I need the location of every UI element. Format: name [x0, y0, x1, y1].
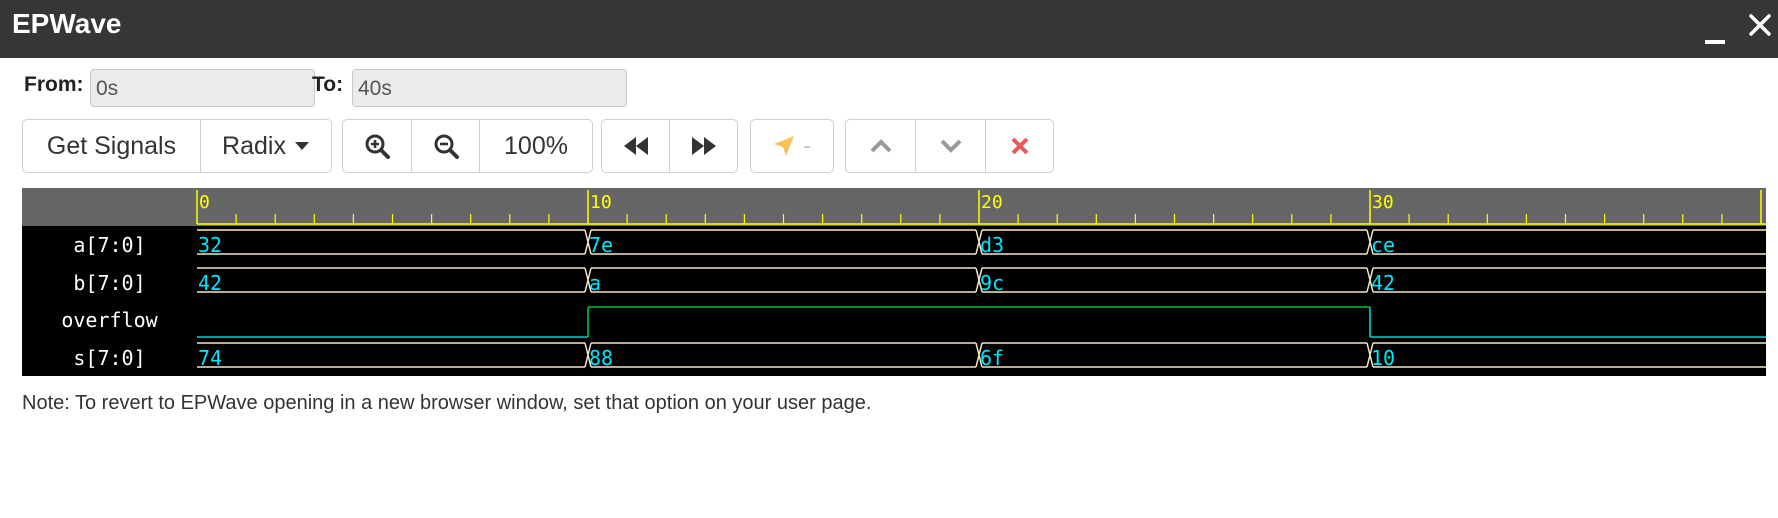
move-signal-up-button[interactable]: [846, 120, 916, 172]
from-field[interactable]: 0s: [90, 69, 315, 107]
to-label: To:: [312, 73, 344, 96]
radix-button[interactable]: Radix: [201, 120, 331, 172]
remove-signal-button[interactable]: [986, 120, 1053, 172]
from-label: From:: [24, 73, 84, 96]
fast-forward-icon: [691, 137, 716, 155]
signal-waves: [197, 229, 1766, 368]
next-transition-button[interactable]: [670, 120, 737, 172]
chevron-down-icon: [940, 139, 961, 153]
to-field[interactable]: 40s: [352, 69, 627, 107]
signal-value: 10: [1371, 346, 1396, 370]
waveform-viewer[interactable]: 0 10 20 30 a[7:0] b[7:0] overflow s[7:0]…: [22, 188, 1766, 376]
signal-name-a[interactable]: a[7:0]: [22, 233, 197, 257]
zoom-level[interactable]: 100%: [480, 120, 592, 172]
chevron-up-icon: [870, 139, 891, 153]
zoom-out-button[interactable]: [412, 120, 480, 172]
zoom-out-icon: [434, 134, 459, 159]
cursor-value: -: [803, 133, 811, 158]
title-bar: EPWave: [0, 0, 1778, 58]
caret-down-icon: [294, 142, 309, 150]
note-text: Note: To revert to EPWave opening in a n…: [22, 392, 872, 414]
signal-order-button-group: [845, 119, 1054, 173]
signal-value: 88: [589, 346, 614, 370]
minimize-icon[interactable]: [1704, 26, 1726, 46]
get-signals-button[interactable]: Get Signals: [23, 120, 201, 172]
zoom-button-group: 100%: [342, 119, 593, 173]
get-signals-label: Get Signals: [46, 131, 177, 160]
signal-value: ce: [1371, 233, 1396, 257]
signal-value: d3: [980, 233, 1005, 257]
signal-value: 74: [198, 346, 223, 370]
signal-value: 32: [198, 233, 223, 257]
signal-value: 9c: [980, 271, 1005, 295]
close-icon[interactable]: [1748, 13, 1772, 37]
signal-value: a: [589, 271, 602, 295]
radix-label: Radix: [222, 131, 286, 160]
signal-value: 42: [1371, 271, 1396, 295]
cursor-button[interactable]: -: [751, 120, 833, 172]
zoom-in-icon: [365, 134, 390, 159]
move-signal-down-button[interactable]: [916, 120, 986, 172]
signal-name-b[interactable]: b[7:0]: [22, 271, 197, 295]
previous-transition-button[interactable]: [602, 120, 670, 172]
location-arrow-icon: [774, 136, 795, 156]
app-title: EPWave: [12, 8, 122, 39]
signal-value: 6f: [980, 346, 1005, 370]
signal-name-overflow[interactable]: overflow: [22, 308, 197, 332]
signal-name-s[interactable]: s[7:0]: [22, 346, 197, 370]
zoom-level-label: 100%: [504, 131, 568, 160]
signals-button-group: Get Signals Radix: [22, 119, 332, 173]
signal-value: 7e: [589, 233, 614, 257]
close-icon: [1011, 137, 1028, 155]
cursor-button-group: -: [750, 119, 834, 173]
zoom-in-button[interactable]: [343, 120, 412, 172]
navigation-button-group: [601, 119, 738, 173]
fast-backward-icon: [623, 137, 648, 155]
signal-value: 42: [198, 271, 223, 295]
